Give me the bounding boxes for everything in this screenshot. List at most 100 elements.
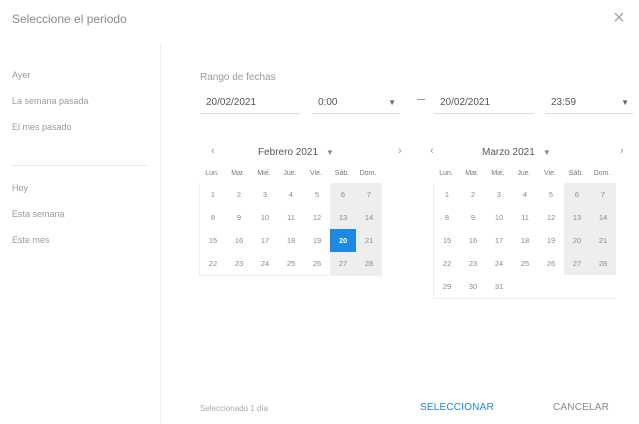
calendar-day[interactable]: 7 [590,183,616,206]
calendar-day[interactable]: 3 [486,183,512,206]
preset-last-week[interactable]: La semana pasada [12,96,89,106]
calendar-day[interactable]: 23 [226,252,252,275]
weekday-label: Dom. [593,169,611,177]
start-time-value: 0:00 [318,97,338,108]
prev-month-icon[interactable]: ‹ [211,145,215,157]
calendar-week-row: 15 16 17 18 19 20 21 [434,229,616,252]
preset-last-month[interactable]: El mes pasado [12,122,72,132]
weekday-label: Lun. [205,169,219,177]
calendar-day[interactable]: 18 [278,229,304,252]
preset-this-month[interactable]: Este mes [12,235,50,245]
calendar-day[interactable]: 2 [460,183,486,206]
calendar-day[interactable]: 5 [538,183,564,206]
weekday-label: Sáb. [334,169,350,177]
calendar-day[interactable]: 29 [434,275,460,298]
calendar-day[interactable]: 25 [278,252,304,275]
preset-today[interactable]: Hoy [12,183,28,193]
calendar-day[interactable]: 15 [434,229,460,252]
calendar-day[interactable]: 28 [356,252,382,275]
calendar-day[interactable]: 13 [330,206,356,229]
calendar-day[interactable]: 11 [512,206,538,229]
calendar-day[interactable]: 21 [356,229,382,252]
calendar-day[interactable]: 15 [200,229,226,252]
weekday-label: Vie. [310,169,322,177]
next-month-icon[interactable]: › [398,145,402,157]
end-date-field[interactable]: 20/02/2021 [434,92,534,114]
calendar-day[interactable]: 8 [434,206,460,229]
right-month-title: Marzo 2021 [482,147,535,158]
dialog-title: Seleccione el periodo [12,12,127,26]
calendar-day[interactable]: 26 [538,252,564,275]
calendar-day[interactable]: 17 [252,229,278,252]
calendar-day[interactable]: 31 [486,275,512,298]
calendar-week-row: 22 23 24 25 26 27 28 [200,252,382,275]
calendar-day[interactable]: 7 [356,183,382,206]
calendar-day[interactable]: 19 [304,229,330,252]
start-time-select[interactable]: 0:00 ▼ [312,92,400,114]
calendar-day[interactable]: 14 [356,206,382,229]
calendar-day[interactable]: 18 [512,229,538,252]
right-month-select[interactable]: Marzo 2021 ▼ [482,147,551,158]
left-month-title: Febrero 2021 [258,147,319,158]
calendar-day[interactable]: 23 [460,252,486,275]
calendar-day[interactable]: 30 [460,275,486,298]
calendar-week-row: 8 9 10 11 12 13 14 [434,206,616,229]
calendar-day[interactable]: 2 [226,183,252,206]
chevron-down-icon: ▼ [388,98,396,107]
calendar-day[interactable]: 27 [564,252,590,275]
select-button[interactable]: SELECCIONAR [420,402,494,413]
calendar-day[interactable]: 12 [304,206,330,229]
calendar-day[interactable]: 9 [226,206,252,229]
start-date-field[interactable]: 20/02/2021 [200,92,300,114]
end-time-value: 23:59 [551,97,577,108]
calendar-day[interactable]: 9 [460,206,486,229]
close-icon[interactable]: × [609,8,629,28]
calendar-day[interactable]: 14 [590,206,616,229]
weekday-label: Mar. [465,169,479,177]
calendar-day[interactable]: 20 [564,229,590,252]
calendar-day[interactable]: 26 [304,252,330,275]
calendar-day[interactable]: 11 [278,206,304,229]
calendar-day[interactable]: 8 [200,206,226,229]
left-month-select[interactable]: Febrero 2021 ▼ [258,147,334,158]
calendar-day[interactable]: 3 [252,183,278,206]
calendar-day[interactable]: 12 [538,206,564,229]
end-date-value: 20/02/2021 [440,97,491,108]
calendar-day[interactable]: 10 [486,206,512,229]
calendar-day[interactable]: 13 [564,206,590,229]
calendar-day[interactable]: 21 [590,229,616,252]
preset-this-week[interactable]: Esta semana [12,209,65,219]
calendar-day[interactable]: 28 [590,252,616,275]
calendar-day[interactable]: 25 [512,252,538,275]
calendar-day[interactable]: 6 [564,183,590,206]
calendar-day[interactable]: 17 [486,229,512,252]
calendar-day[interactable]: 4 [278,183,304,206]
calendar-day[interactable]: 4 [512,183,538,206]
calendar-blank-cell [590,275,616,298]
calendar-week-row: 8 9 10 11 12 13 14 [200,206,382,229]
calendar-day[interactable]: 24 [252,252,278,275]
weekday-label: Sáb. [568,169,584,177]
calendar-day[interactable]: 19 [538,229,564,252]
weekday-label: Mar. [231,169,245,177]
calendar-day[interactable]: 22 [200,252,226,275]
calendar-day[interactable]: 5 [304,183,330,206]
calendar-day[interactable]: 27 [330,252,356,275]
cancel-button[interactable]: CANCELAR [553,402,609,413]
calendar-day[interactable]: 6 [330,183,356,206]
calendar-day[interactable]: 20 [330,229,356,252]
preset-yesterday[interactable]: Ayer [12,70,30,80]
calendar-day[interactable]: 1 [434,183,460,206]
next-month-icon[interactable]: › [620,145,624,157]
calendar-march: Lun. Mar. Mié. Jue. Vie. Sáb. Dom. 1 2 3 4 5 6 7 8 9 10 1… [433,163,616,299]
calendar-day[interactable]: 16 [226,229,252,252]
prev-month-icon[interactable]: ‹ [430,145,434,157]
selection-summary: Seleccionado 1 día [200,404,269,413]
calendar-day[interactable]: 24 [486,252,512,275]
calendar-day[interactable]: 22 [434,252,460,275]
calendar-day[interactable]: 10 [252,206,278,229]
weekday-header: Lun. Mar. Mié. Jue. Vie. Sáb. Dom. [433,163,616,183]
calendar-day[interactable]: 16 [460,229,486,252]
end-time-select[interactable]: 23:59 ▼ [545,92,633,114]
calendar-day[interactable]: 1 [200,183,226,206]
